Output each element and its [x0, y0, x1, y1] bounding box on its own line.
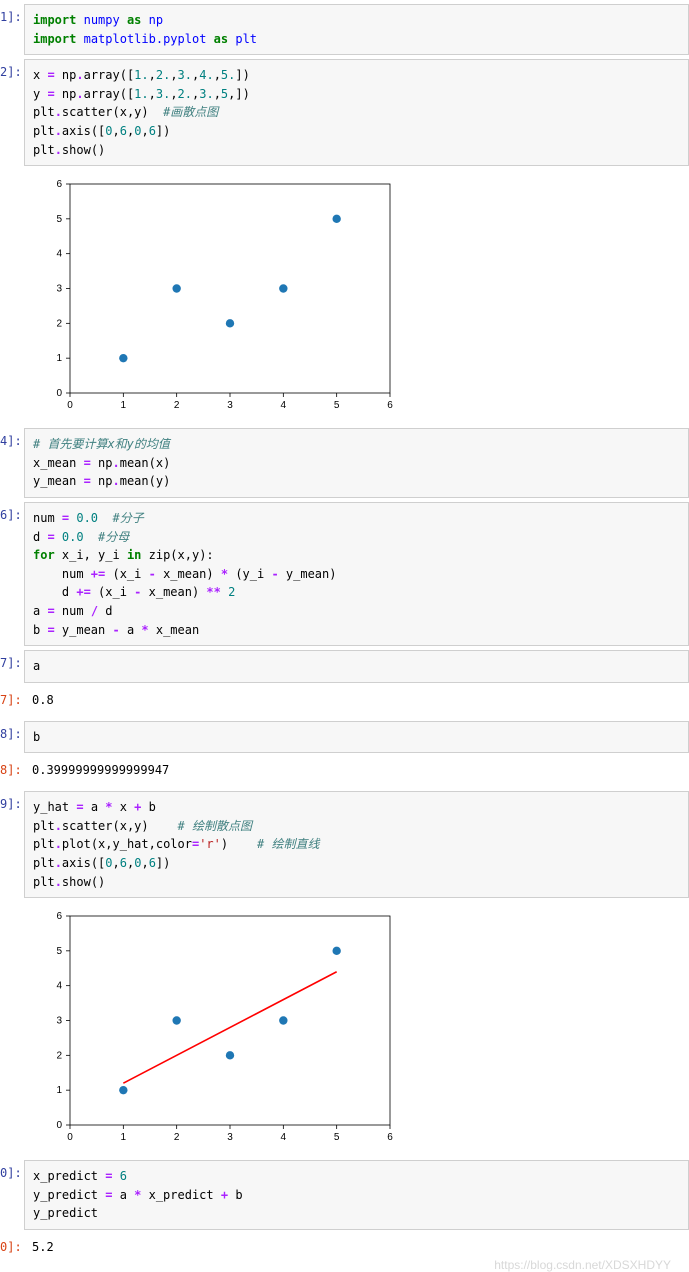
out-prompt: 0]:	[0, 1234, 24, 1254]
code-input[interactable]: import numpy as np import matplotlib.pyp…	[24, 4, 689, 55]
code-cell-10: 0]: x_predict = 6 y_predict = a * x_pred…	[0, 1160, 689, 1230]
svg-text:3: 3	[227, 400, 233, 411]
svg-text:1: 1	[56, 1085, 62, 1096]
svg-text:1: 1	[56, 353, 62, 364]
svg-text:4: 4	[281, 1132, 287, 1143]
code-cell-9: 9]: y_hat = a * x + b plt.scatter(x,y) #…	[0, 791, 689, 898]
scatter-plot-1: 0 1 2 3 4 5 6 0 1 2 3 4 5 6	[24, 170, 689, 424]
code-input[interactable]: y_hat = a * x + b plt.scatter(x,y) # 绘制散…	[24, 791, 689, 898]
svg-text:3: 3	[56, 284, 62, 295]
code-input[interactable]: a	[24, 650, 689, 683]
svg-text:3: 3	[227, 1132, 233, 1143]
out-prompt	[0, 170, 24, 176]
code-cell-1: 1]: import numpy as np import matplotlib…	[0, 4, 689, 55]
svg-text:0: 0	[56, 1120, 62, 1131]
svg-text:5: 5	[56, 946, 62, 957]
svg-text:5: 5	[334, 1132, 340, 1143]
svg-text:4: 4	[56, 249, 62, 260]
in-prompt: 7]:	[0, 650, 24, 670]
out-prompt: 8]:	[0, 757, 24, 777]
in-prompt: 9]:	[0, 791, 24, 811]
code-input[interactable]: x = np.array([1.,2.,3.,4.,5.]) y = np.ar…	[24, 59, 689, 166]
svg-text:2: 2	[174, 400, 180, 411]
plot-svg: 0 1 2 3 4 5 6 0 1 2 3 4 5 6	[30, 908, 400, 1150]
output-cell-8: 8]: 0.39999999999999947	[0, 757, 689, 787]
svg-text:6: 6	[387, 1132, 393, 1143]
svg-text:2: 2	[56, 1051, 62, 1062]
svg-text:0: 0	[67, 400, 73, 411]
code-input[interactable]: x_predict = 6 y_predict = a * x_predict …	[24, 1160, 689, 1230]
code-cell-6: 6]: num = 0.0 #分子 d = 0.0 #分母 for x_i, y…	[0, 502, 689, 646]
output-text: 0.39999999999999947	[24, 757, 689, 787]
watermark-text: https://blog.csdn.net/XDSXHDYY	[0, 1258, 689, 1272]
out-prompt: 7]:	[0, 687, 24, 707]
output-cell-plot2: 0 1 2 3 4 5 6 0 1 2 3 4 5 6	[0, 902, 689, 1156]
code-input[interactable]: # 首先要计算x和y的均值 x_mean = np.mean(x) y_mean…	[24, 428, 689, 498]
in-prompt: 1]:	[0, 4, 24, 24]
scatter-plot-2: 0 1 2 3 4 5 6 0 1 2 3 4 5 6	[24, 902, 689, 1156]
svg-text:0: 0	[56, 388, 62, 399]
in-prompt: 2]:	[0, 59, 24, 79]
svg-text:0: 0	[67, 1132, 73, 1143]
svg-text:6: 6	[387, 400, 393, 411]
svg-text:6: 6	[56, 179, 62, 190]
output-cell-7: 7]: 0.8	[0, 687, 689, 717]
svg-text:6: 6	[56, 911, 62, 922]
code-input[interactable]: b	[24, 721, 689, 754]
svg-text:2: 2	[174, 1132, 180, 1143]
plot-svg: 0 1 2 3 4 5 6 0 1 2 3 4 5 6	[30, 176, 400, 418]
in-prompt: 0]:	[0, 1160, 24, 1180]
output-text: 0.8	[24, 687, 689, 717]
code-cell-4: 4]: # 首先要计算x和y的均值 x_mean = np.mean(x) y_…	[0, 428, 689, 498]
code-cell-8: 8]: b	[0, 721, 689, 754]
svg-text:2: 2	[56, 318, 62, 329]
in-prompt: 4]:	[0, 428, 24, 448]
svg-text:1: 1	[121, 400, 127, 411]
output-cell-plot1: 0 1 2 3 4 5 6 0 1 2 3 4 5 6	[0, 170, 689, 424]
svg-text:4: 4	[281, 400, 287, 411]
svg-text:5: 5	[334, 400, 340, 411]
code-cell-7: 7]: a	[0, 650, 689, 683]
out-prompt	[0, 902, 24, 908]
svg-text:1: 1	[121, 1132, 127, 1143]
code-input[interactable]: num = 0.0 #分子 d = 0.0 #分母 for x_i, y_i i…	[24, 502, 689, 646]
svg-text:4: 4	[56, 981, 62, 992]
code-cell-2: 2]: x = np.array([1.,2.,3.,4.,5.]) y = n…	[0, 59, 689, 166]
in-prompt: 8]:	[0, 721, 24, 741]
in-prompt: 6]:	[0, 502, 24, 522]
svg-text:5: 5	[56, 214, 62, 225]
svg-text:3: 3	[56, 1016, 62, 1027]
